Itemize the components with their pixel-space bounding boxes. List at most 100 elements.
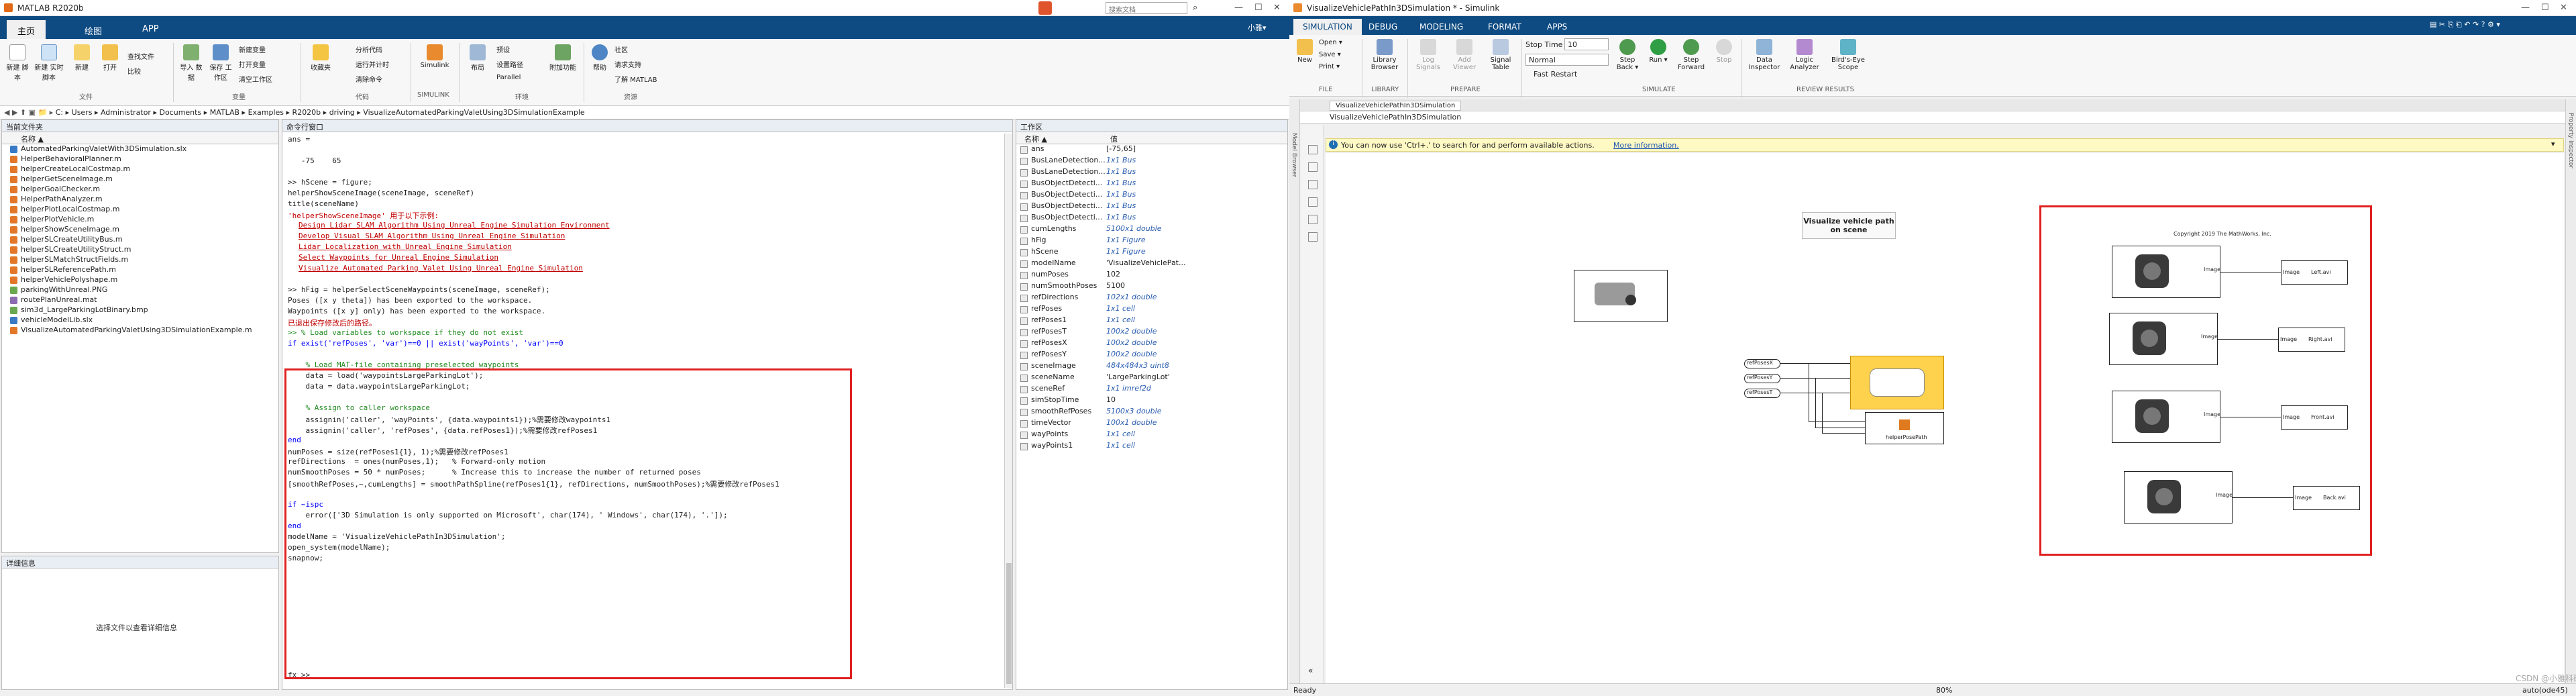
box-icon[interactable]	[1308, 232, 1318, 242]
file-item[interactable]: helperVehiclePolyshape.m	[2, 275, 278, 285]
example-link[interactable]: Visualize Automated Parking Valet Using …	[282, 264, 1012, 275]
workspace-variable[interactable]: BusObjectDetecti... 1x1 Bus	[1016, 179, 1287, 190]
tab-apps[interactable]: APPS	[1538, 19, 1576, 35]
tab-format[interactable]: FORMAT	[1479, 19, 1531, 35]
file-item[interactable]: HelperPathAnalyzer.m	[2, 195, 278, 205]
workspace-name-column[interactable]: 名称 ▲	[1024, 134, 1047, 144]
workspace-variable[interactable]: timeVector 100x1 double	[1016, 418, 1287, 430]
annotation-icon[interactable]	[1308, 180, 1318, 189]
workspace-variable[interactable]: hScene 1x1 Figure	[1016, 247, 1287, 258]
stop-button[interactable]: Stop	[1711, 39, 1737, 64]
path-segment[interactable]: R2020b	[292, 108, 321, 117]
info-bar-close-icon[interactable]: ▾	[2551, 140, 2555, 148]
workspace-variable[interactable]: refPoses 1x1 cell	[1016, 304, 1287, 315]
collapse-icon[interactable]: «	[1308, 666, 1313, 675]
workspace-variable[interactable]: wayPoints 1x1 cell	[1016, 430, 1287, 441]
breadcrumb[interactable]: VisualizeVehiclePathIn3DSimulation	[1330, 113, 1461, 121]
save-model-button[interactable]: Save ▾	[1319, 51, 1359, 58]
tab-debug[interactable]: DEBUG	[1359, 19, 1407, 35]
workspace-variable[interactable]: hFig 1x1 Figure	[1016, 236, 1287, 247]
file-item[interactable]: AutomatedParkingValetWith3DSimulation.sl…	[2, 144, 278, 154]
file-item[interactable]: vehicleModelLib.slx	[2, 315, 278, 326]
example-link[interactable]: Develop Visual SLAM Algorithm Using Unre…	[282, 232, 1012, 242]
inport-refposesx[interactable]: refPosesX	[1744, 359, 1780, 368]
inport-refposest[interactable]: refPosesT	[1744, 389, 1780, 398]
compare-button[interactable]: 比较	[127, 66, 168, 76]
workspace-variable[interactable]: refDirections 102x1 double	[1016, 293, 1287, 304]
new-model-button[interactable]: New	[1293, 39, 1316, 64]
file-item[interactable]: helperShowSceneImage.m	[2, 225, 278, 235]
file-item[interactable]: helperSLReferencePath.m	[2, 265, 278, 275]
file-item[interactable]: helperPlotVehicle.m	[2, 215, 278, 225]
file-item[interactable]: helperSLCreateUtilityStruct.m	[2, 245, 278, 255]
fast-restart-button[interactable]: Fast Restart	[1534, 70, 1577, 79]
command-scrollbar[interactable]	[1004, 134, 1012, 688]
example-link[interactable]: Lidar Localization with Unreal Engine Si…	[282, 242, 1012, 253]
simulation-mode-select[interactable]: Normal	[1525, 54, 1609, 66]
model-browser-strip[interactable]: Model Browser	[1289, 99, 1300, 683]
current-folder-name-column[interactable]: 名称 ▲	[2, 132, 278, 144]
tab-simulation[interactable]: SIMULATION	[1293, 19, 1362, 35]
signal-table-button[interactable]: Signal Table	[1484, 39, 1517, 71]
file-item[interactable]: helperSLCreateUtilityBus.m	[2, 235, 278, 245]
analyze-code-button[interactable]: 分析代码	[356, 44, 409, 54]
zoom-icon[interactable]	[1308, 162, 1318, 172]
open-button[interactable]: 打开	[97, 44, 123, 72]
file-item[interactable]: HelperBehavioralPlanner.m	[2, 154, 278, 164]
workspace-variable[interactable]: modelName 'VisualizeVehiclePat...	[1016, 258, 1287, 270]
maximize-button[interactable]: ☐	[2541, 3, 2549, 13]
workspace-variable[interactable]: refPoses1 1x1 cell	[1016, 315, 1287, 327]
path-segment[interactable]: Users	[72, 108, 93, 117]
search-icon[interactable]: ⌕	[1193, 3, 1197, 13]
clear-workspace-button[interactable]: 清空工作区	[239, 74, 292, 84]
workspace-variable[interactable]: sceneName 'LargeParkingLot'	[1016, 372, 1287, 384]
parallel-button[interactable]: Parallel	[496, 74, 543, 81]
tab-apps[interactable]: APP	[131, 20, 170, 39]
info-bar-link[interactable]: More information.	[1613, 141, 1679, 150]
camera-block[interactable]: Image	[2112, 391, 2220, 443]
logic-analyzer-button[interactable]: Logic Analyzer	[1786, 39, 1823, 71]
workspace-variable[interactable]: BusObjectDetecti... 1x1 Bus	[1016, 201, 1287, 213]
file-item[interactable]: helperSLMatchStructFields.m	[2, 255, 278, 265]
preferences-button[interactable]: 预设	[496, 44, 543, 54]
scene-config-block[interactable]	[1574, 270, 1668, 322]
back-forward-icons[interactable]: ◀ ▶ ⬆ ▣ 📁 ▸	[4, 108, 56, 117]
image-icon[interactable]	[1308, 197, 1318, 207]
workspace-value-column[interactable]: 值	[1110, 134, 1118, 144]
simulink-button[interactable]: Simulink	[416, 44, 453, 69]
close-button[interactable]: ✕	[2560, 3, 2567, 13]
new-button[interactable]: 新建	[68, 44, 95, 72]
path-segment[interactable]: C:	[56, 108, 63, 117]
step-back-button[interactable]: Step Back ▾	[1613, 39, 1642, 71]
input-method-icon[interactable]	[1038, 1, 1052, 15]
import-data-button[interactable]: 导入 数据	[177, 44, 205, 82]
solver-label[interactable]: auto(ode45)	[2522, 686, 2568, 695]
save-workspace-button[interactable]: 保存 工作区	[207, 44, 235, 82]
area-icon[interactable]	[1308, 215, 1318, 224]
clear-commands-button[interactable]: 清除命令	[356, 74, 409, 84]
close-button[interactable]: ✕	[1273, 3, 1281, 13]
camera-block[interactable]: Image	[2124, 471, 2233, 524]
workspace-variable[interactable]: sceneRef 1x1 imref2d	[1016, 384, 1287, 395]
video-writer-block[interactable]: Image Front.avi	[2281, 405, 2348, 430]
maximize-button[interactable]: ☐	[1254, 3, 1263, 13]
model-canvas[interactable]: Visualize vehicle path on scene refPoses…	[1326, 153, 2564, 683]
path-segment[interactable]: Examples	[248, 108, 284, 117]
workspace-variable[interactable]: refPosesY 100x2 double	[1016, 350, 1287, 361]
open-model-button[interactable]: Open ▾	[1319, 39, 1359, 46]
step-forward-button[interactable]: Step Forward	[1674, 39, 1708, 71]
workspace-variable[interactable]: ans [-75,65]	[1016, 144, 1287, 156]
add-ons-button[interactable]: 附加功能	[546, 44, 580, 72]
helper-pose-path-block[interactable]: helperPosePath	[1865, 412, 1944, 444]
file-item[interactable]: parkingWithUnreal.PNG	[2, 285, 278, 295]
add-viewer-button[interactable]: Add Viewer	[1448, 39, 1481, 71]
minimize-button[interactable]: —	[2521, 3, 2530, 13]
zoom-fit-icon[interactable]	[1308, 145, 1318, 154]
workspace-variable[interactable]: sceneImage 484x484x3 uint8	[1016, 361, 1287, 372]
workspace-variable[interactable]: simStopTime 10	[1016, 395, 1287, 407]
tab-modeling[interactable]: MODELING	[1410, 19, 1472, 35]
workspace-variable[interactable]: BusObjectDetecti... 1x1 Bus	[1016, 213, 1287, 224]
help-button[interactable]: 帮助	[588, 44, 612, 72]
tab-plots[interactable]: 绘图	[74, 20, 113, 39]
file-item[interactable]: sim3d_LargeParkingLotBinary.bmp	[2, 305, 278, 315]
